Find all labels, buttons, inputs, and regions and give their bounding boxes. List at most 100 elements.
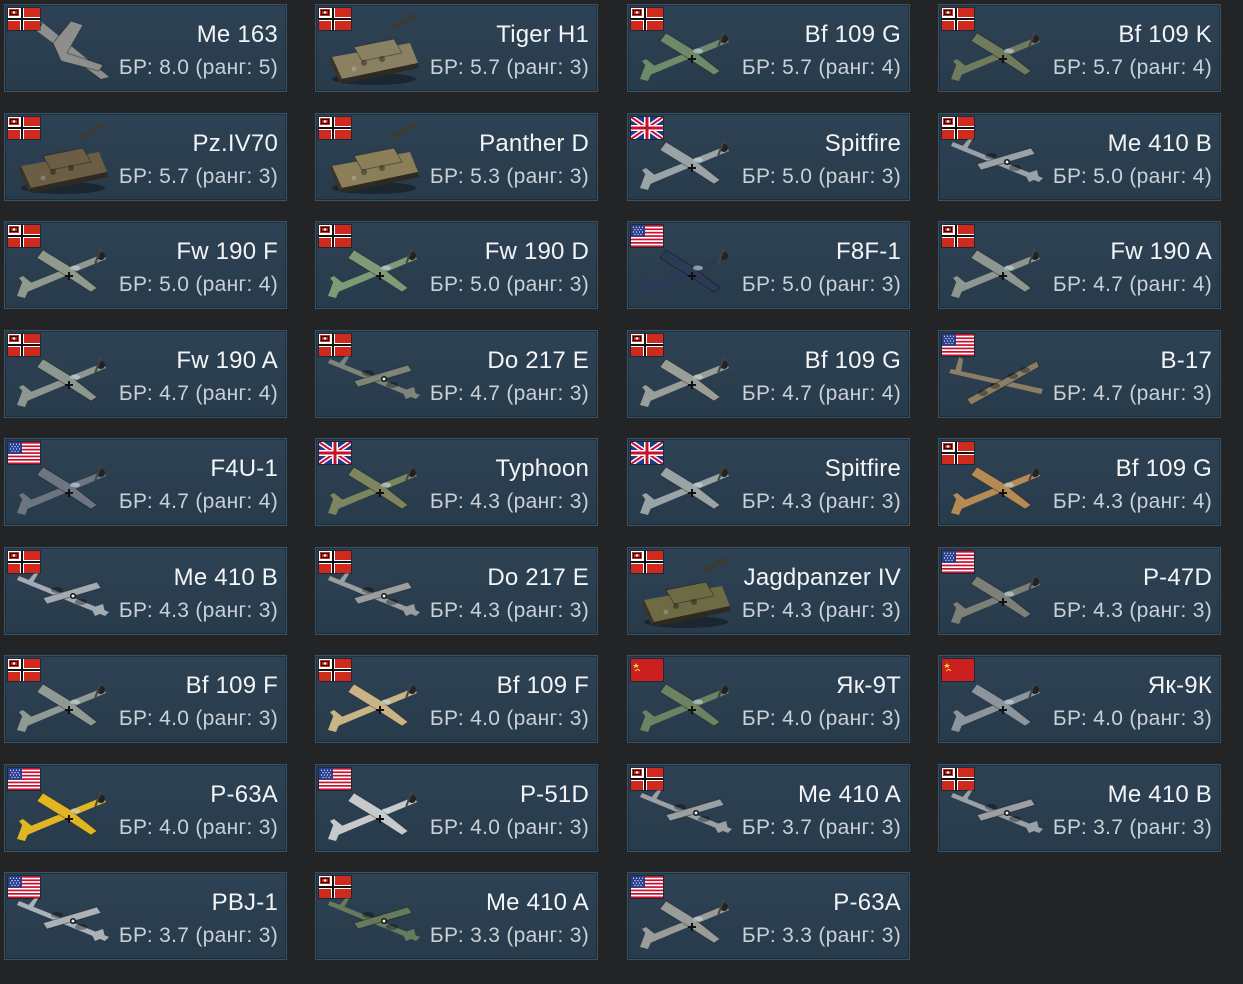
- vehicle-card[interactable]: Do 217 E БР: 4.3 (ранг: 3): [315, 547, 598, 635]
- vehicle-card[interactable]: Pz.IV70 БР: 5.7 (ранг: 3): [4, 113, 287, 201]
- vehicle-card[interactable]: B-17 БР: 4.7 (ранг: 3): [938, 330, 1221, 418]
- vehicle-name: Me 410 B: [1107, 130, 1212, 157]
- ussr-flag-icon: [942, 659, 974, 681]
- battle-rating: БР: 5.3 (ранг: 3): [429, 165, 589, 188]
- vehicle-name: Як-9Т: [836, 672, 901, 699]
- vehicle-name: Do 217 E: [487, 564, 589, 591]
- vehicle-name: B-17: [1160, 347, 1212, 374]
- vehicle-card[interactable]: Fw 190 A БР: 4.7 (ранг: 4): [938, 221, 1221, 309]
- battle-rating: БР: 4.7 (ранг: 4): [741, 382, 901, 405]
- germany-flag-icon: [319, 659, 351, 681]
- battle-rating: БР: 4.3 (ранг: 3): [429, 599, 589, 622]
- vehicle-card[interactable]: Me 163 БР: 8.0 (ранг: 5): [4, 4, 287, 92]
- britain-flag-icon: [631, 442, 663, 464]
- vehicle-grid: Me 163 БР: 8.0 (ранг: 5) Tiger H1 БР: 5.7 …: [0, 0, 1243, 984]
- vehicle-name: Fw 190 F: [176, 238, 278, 265]
- battle-rating: БР: 4.3 (ранг: 3): [429, 490, 589, 513]
- germany-flag-icon: [631, 551, 663, 573]
- battle-rating: БР: 4.7 (ранг: 3): [429, 382, 589, 405]
- vehicle-card[interactable]: P-63A БР: 4.0 (ранг: 3): [4, 764, 287, 852]
- vehicle-card[interactable]: Bf 109 G БР: 5.7 (ранг: 4): [627, 4, 910, 92]
- vehicle-card[interactable]: Bf 109 F БР: 4.0 (ранг: 3): [315, 655, 598, 743]
- battle-rating: БР: 4.7 (ранг: 4): [1052, 273, 1212, 296]
- vehicle-name: Me 410 A: [797, 781, 901, 808]
- germany-flag-icon: [8, 225, 40, 247]
- germany-flag-icon: [631, 768, 663, 790]
- vehicle-card[interactable]: Bf 109 F БР: 4.0 (ранг: 3): [4, 655, 287, 743]
- vehicle-card[interactable]: Як-9К БР: 4.0 (ранг: 3): [938, 655, 1221, 743]
- battle-rating: БР: 4.3 (ранг: 4): [1052, 490, 1212, 513]
- vehicle-name: Spitfire: [824, 455, 901, 482]
- germany-flag-icon: [942, 442, 974, 464]
- vehicle-card[interactable]: P-47D БР: 4.3 (ранг: 3): [938, 547, 1221, 635]
- vehicle-name: Me 410 B: [173, 564, 278, 591]
- vehicle-name: Typhoon: [495, 455, 589, 482]
- battle-rating: БР: 4.3 (ранг: 3): [741, 490, 901, 513]
- germany-flag-icon: [319, 876, 351, 898]
- vehicle-name: PBJ-1: [211, 889, 278, 916]
- vehicle-card[interactable]: Me 410 A БР: 3.7 (ранг: 3): [627, 764, 910, 852]
- usa-flag-icon: [8, 768, 40, 790]
- vehicle-card[interactable]: Spitfire БР: 4.3 (ранг: 3): [627, 438, 910, 526]
- vehicle-card[interactable]: PBJ-1 БР: 3.7 (ранг: 3): [4, 872, 287, 960]
- battle-rating: БР: 3.7 (ранг: 3): [118, 924, 278, 947]
- vehicle-name: Me 163: [196, 21, 278, 48]
- battle-rating: БР: 5.0 (ранг: 3): [741, 165, 901, 188]
- germany-flag-icon: [8, 117, 40, 139]
- vehicle-card[interactable]: Bf 109 G БР: 4.3 (ранг: 4): [938, 438, 1221, 526]
- vehicle-name: P-51D: [519, 781, 589, 808]
- vehicle-name: Bf 109 F: [185, 672, 278, 699]
- vehicle-card[interactable]: Fw 190 D БР: 5.0 (ранг: 3): [315, 221, 598, 309]
- germany-flag-icon: [319, 117, 351, 139]
- vehicle-card[interactable]: Tiger H1 БР: 5.7 (ранг: 3): [315, 4, 598, 92]
- vehicle-name: Do 217 E: [487, 347, 589, 374]
- germany-flag-icon: [8, 334, 40, 356]
- vehicle-card[interactable]: F8F-1 БР: 5.0 (ранг: 3): [627, 221, 910, 309]
- usa-flag-icon: [942, 334, 974, 356]
- vehicle-card[interactable]: P-51D БР: 4.0 (ранг: 3): [315, 764, 598, 852]
- vehicle-card[interactable]: Як-9Т БР: 4.0 (ранг: 3): [627, 655, 910, 743]
- vehicle-card[interactable]: Me 410 A БР: 3.3 (ранг: 3): [315, 872, 598, 960]
- vehicle-card[interactable]: Fw 190 A БР: 4.7 (ранг: 4): [4, 330, 287, 418]
- vehicle-card[interactable]: Me 410 B БР: 4.3 (ранг: 3): [4, 547, 287, 635]
- vehicle-card[interactable]: Panther D БР: 5.3 (ранг: 3): [315, 113, 598, 201]
- vehicle-card[interactable]: Bf 109 G БР: 4.7 (ранг: 4): [627, 330, 910, 418]
- vehicle-name: P-63A: [210, 781, 278, 808]
- germany-flag-icon: [631, 8, 663, 30]
- battle-rating: БР: 4.7 (ранг: 3): [1052, 382, 1212, 405]
- battle-rating: БР: 5.0 (ранг: 4): [118, 273, 278, 296]
- vehicle-card[interactable]: Jagdpanzer IV БР: 4.3 (ранг: 3): [627, 547, 910, 635]
- germany-flag-icon: [8, 8, 40, 30]
- battle-rating: БР: 5.7 (ранг: 4): [741, 56, 901, 79]
- battle-rating: БР: 8.0 (ранг: 5): [118, 56, 278, 79]
- vehicle-card[interactable]: Typhoon БР: 4.3 (ранг: 3): [315, 438, 598, 526]
- battle-rating: БР: 4.0 (ранг: 3): [741, 707, 901, 730]
- battle-rating: БР: 5.7 (ранг: 3): [429, 56, 589, 79]
- usa-flag-icon: [319, 768, 351, 790]
- vehicle-card[interactable]: Me 410 B БР: 3.7 (ранг: 3): [938, 764, 1221, 852]
- vehicle-card[interactable]: Me 410 B БР: 5.0 (ранг: 4): [938, 113, 1221, 201]
- vehicle-name: Як-9К: [1147, 672, 1212, 699]
- battle-rating: БР: 4.7 (ранг: 4): [118, 382, 278, 405]
- battle-rating: БР: 5.7 (ранг: 4): [1052, 56, 1212, 79]
- vehicle-card[interactable]: P-63A БР: 3.3 (ранг: 3): [627, 872, 910, 960]
- vehicle-name: Fw 190 A: [176, 347, 278, 374]
- vehicle-name: Bf 109 G: [1115, 455, 1212, 482]
- germany-flag-icon: [8, 659, 40, 681]
- vehicle-name: Jagdpanzer IV: [743, 564, 901, 591]
- vehicle-name: F4U-1: [210, 455, 278, 482]
- vehicle-name: Pz.IV70: [192, 130, 278, 157]
- vehicle-card[interactable]: Fw 190 F БР: 5.0 (ранг: 4): [4, 221, 287, 309]
- battle-rating: БР: 4.0 (ранг: 3): [429, 707, 589, 730]
- vehicle-card[interactable]: Spitfire БР: 5.0 (ранг: 3): [627, 113, 910, 201]
- usa-flag-icon: [942, 551, 974, 573]
- battle-rating: БР: 4.0 (ранг: 3): [118, 816, 278, 839]
- vehicle-card[interactable]: Bf 109 K БР: 5.7 (ранг: 4): [938, 4, 1221, 92]
- battle-rating: БР: 3.3 (ранг: 3): [741, 924, 901, 947]
- vehicle-name: P-63A: [833, 889, 901, 916]
- germany-flag-icon: [319, 334, 351, 356]
- germany-flag-icon: [319, 225, 351, 247]
- vehicle-card[interactable]: F4U-1 БР: 4.7 (ранг: 4): [4, 438, 287, 526]
- vehicle-card[interactable]: Do 217 E БР: 4.7 (ранг: 3): [315, 330, 598, 418]
- battle-rating: БР: 4.7 (ранг: 4): [118, 490, 278, 513]
